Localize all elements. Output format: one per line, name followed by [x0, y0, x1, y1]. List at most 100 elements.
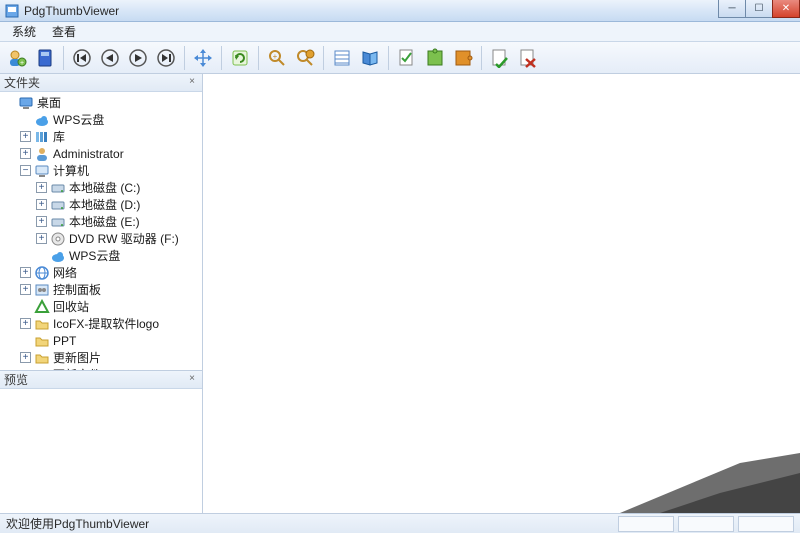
- expand-icon[interactable]: +: [20, 284, 31, 295]
- expand-icon[interactable]: +: [20, 267, 31, 278]
- book-open-button[interactable]: [357, 45, 383, 71]
- tree-item-label: Administrator: [53, 147, 124, 161]
- files-pane-title: 文件夹: [4, 74, 40, 91]
- tree-item[interactable]: + Administrator: [0, 145, 202, 162]
- zoom-plus-button[interactable]: +: [264, 45, 290, 71]
- drive-icon: [50, 214, 66, 230]
- tree-item[interactable]: + DVD RW 驱动器 (F:): [0, 230, 202, 247]
- tree-item-label: 回收站: [53, 298, 89, 315]
- sheet-tick-button[interactable]: [487, 45, 513, 71]
- recycle-icon: [34, 299, 50, 315]
- drive-icon: [50, 180, 66, 196]
- tree-item[interactable]: WPS云盘: [0, 247, 202, 264]
- book-blue-button[interactable]: [32, 45, 58, 71]
- folder-tree[interactable]: 桌面WPS云盘+库+Administrator−计算机+本地磁盘 (C:)+本地…: [0, 92, 202, 370]
- nav-next-button[interactable]: [125, 45, 151, 71]
- puzzle-orange-button[interactable]: [450, 45, 476, 71]
- toolbar-separator: [323, 46, 324, 70]
- list-view-button[interactable]: [329, 45, 355, 71]
- toolbar-separator: [184, 46, 185, 70]
- expand-icon[interactable]: +: [36, 199, 47, 210]
- tree-item[interactable]: 回收站: [0, 298, 202, 315]
- status-text: 欢迎使用PdgThumbViewer: [6, 515, 149, 532]
- menu-view[interactable]: 查看: [44, 21, 84, 42]
- menu-system[interactable]: 系统: [4, 21, 44, 42]
- tree-item-label: WPS云盘: [69, 247, 120, 264]
- tree-item[interactable]: WPS云盘: [0, 111, 202, 128]
- tree-item[interactable]: −计算机: [0, 162, 202, 179]
- tree-item-label: 本地磁盘 (C:): [69, 179, 140, 196]
- toolbar-separator: [258, 46, 259, 70]
- cloud-icon: [50, 248, 66, 264]
- maximize-button[interactable]: ☐: [745, 0, 773, 18]
- tree-item[interactable]: + 本地磁盘 (E:): [0, 213, 202, 230]
- tree-item-label: 本地磁盘 (D:): [69, 196, 140, 213]
- tree-item-label: 本地磁盘 (E:): [69, 213, 140, 230]
- tree-item[interactable]: +库: [0, 128, 202, 145]
- tree-item[interactable]: +更新图片: [0, 349, 202, 366]
- toolbar: ++: [0, 42, 800, 74]
- expand-icon[interactable]: +: [20, 318, 31, 329]
- expander-spacer: [20, 301, 31, 312]
- expand-icon[interactable]: +: [20, 131, 31, 142]
- tree-item[interactable]: + 本地磁盘 (C:): [0, 179, 202, 196]
- refresh-green-button[interactable]: [227, 45, 253, 71]
- expand-icon[interactable]: +: [36, 216, 47, 227]
- toolbar-separator: [388, 46, 389, 70]
- left-pane: 文件夹 × 桌面WPS云盘+库+Administrator−计算机+本地磁盘 (…: [0, 74, 203, 513]
- tree-item-label: 库: [53, 128, 65, 145]
- content-area: 文件夹 × 桌面WPS云盘+库+Administrator−计算机+本地磁盘 (…: [0, 74, 800, 513]
- tree-item-label: PPT: [53, 334, 76, 348]
- tree-item[interactable]: + 本地磁盘 (D:): [0, 196, 202, 213]
- expander-spacer: [36, 250, 47, 261]
- nav-first-button[interactable]: [69, 45, 95, 71]
- status-slot: [738, 516, 794, 532]
- sheet-check-button[interactable]: [394, 45, 420, 71]
- tree-item-label: DVD RW 驱动器 (F:): [69, 230, 179, 247]
- drive-icon: [50, 197, 66, 213]
- tree-item[interactable]: 桌面: [0, 94, 202, 111]
- preview-pane-title: 预览: [4, 371, 28, 388]
- tree-item[interactable]: PPT: [0, 332, 202, 349]
- preview-pane: 预览 ×: [0, 370, 202, 513]
- expand-icon[interactable]: +: [20, 148, 31, 159]
- expander-spacer: [20, 335, 31, 346]
- close-icon[interactable]: ×: [186, 76, 198, 88]
- puzzle-green-button[interactable]: [422, 45, 448, 71]
- statusbar: 欢迎使用PdgThumbViewer: [0, 513, 800, 533]
- desktop-icon: [18, 95, 34, 111]
- folder-icon: [34, 350, 50, 366]
- collapse-icon[interactable]: −: [20, 165, 31, 176]
- tree-item-label: IcoFX-提取软件logo: [53, 315, 159, 332]
- nav-prev-button[interactable]: [97, 45, 123, 71]
- close-icon[interactable]: ×: [186, 373, 198, 385]
- tree-item[interactable]: + IcoFX-提取软件logo: [0, 315, 202, 332]
- person-add-button[interactable]: +: [4, 45, 30, 71]
- tree-item[interactable]: +控制面板: [0, 281, 202, 298]
- tree-item-label: 网络: [53, 264, 77, 281]
- cloud-icon: [34, 112, 50, 128]
- main-view: [203, 74, 800, 513]
- tree-item-label: 桌面: [37, 94, 61, 111]
- zoom-gear-button[interactable]: [292, 45, 318, 71]
- files-pane-header: 文件夹 ×: [0, 74, 202, 92]
- expand-icon[interactable]: +: [36, 182, 47, 193]
- expand-icon[interactable]: +: [20, 352, 31, 363]
- menubar: 系统 查看: [0, 22, 800, 42]
- expand-icon[interactable]: +: [36, 233, 47, 244]
- svg-text:+: +: [20, 60, 24, 67]
- sheet-cross-button[interactable]: [515, 45, 541, 71]
- status-slot: [618, 516, 674, 532]
- folder-icon: [34, 316, 50, 332]
- minimize-button[interactable]: ─: [718, 0, 746, 18]
- app-icon: [4, 3, 20, 19]
- expander-spacer: [4, 97, 15, 108]
- toolbar-separator: [221, 46, 222, 70]
- tree-item[interactable]: + 网络: [0, 264, 202, 281]
- window-buttons: ─ ☐ ✕: [719, 0, 800, 18]
- nav-last-button[interactable]: [153, 45, 179, 71]
- move-cross-button[interactable]: [190, 45, 216, 71]
- close-button[interactable]: ✕: [772, 0, 800, 18]
- toolbar-separator: [63, 46, 64, 70]
- toolbar-separator: [481, 46, 482, 70]
